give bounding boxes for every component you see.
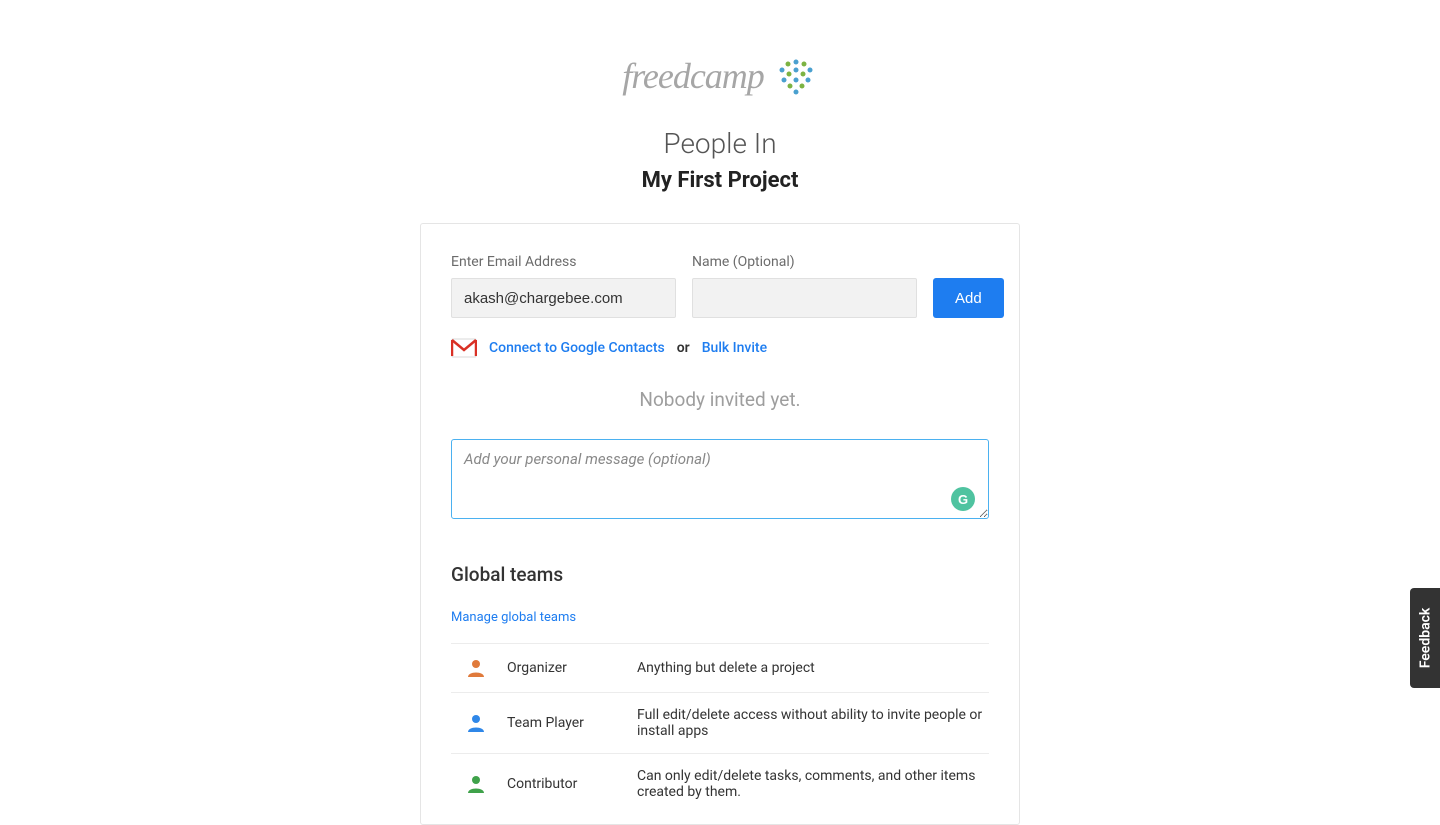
table-row: Team PlayerFull edit/delete access witho…	[451, 693, 989, 754]
role-icon-cell	[451, 693, 501, 754]
brand-logo: freedcamp	[622, 55, 818, 97]
role-name: Organizer	[501, 644, 631, 693]
person-icon	[457, 713, 495, 733]
connect-google-link[interactable]: Connect to Google Contacts	[489, 340, 665, 356]
role-name: Team Player	[501, 693, 631, 754]
or-separator: or	[677, 340, 690, 356]
role-description: Full edit/delete access without ability …	[631, 693, 989, 754]
role-name: Contributor	[501, 754, 631, 815]
name-input[interactable]	[692, 278, 917, 318]
table-row: OrganizerAnything but delete a project	[451, 644, 989, 693]
table-row: ContributorCan only edit/delete tasks, c…	[451, 754, 989, 815]
project-name: My First Project	[642, 168, 799, 193]
roles-table: OrganizerAnything but delete a projectTe…	[451, 643, 989, 814]
person-icon	[457, 658, 495, 678]
name-label: Name (Optional)	[692, 254, 917, 270]
page-title: People In	[663, 127, 776, 160]
email-label: Enter Email Address	[451, 254, 676, 270]
grammarly-icon[interactable]	[951, 487, 975, 511]
role-icon-cell	[451, 644, 501, 693]
bulk-invite-link[interactable]: Bulk Invite	[702, 340, 767, 356]
role-description: Anything but delete a project	[631, 644, 989, 693]
person-icon	[457, 774, 495, 794]
global-teams-heading: Global teams	[451, 563, 989, 586]
brand-wordmark: freedcamp	[622, 55, 764, 97]
empty-state-text: Nobody invited yet.	[451, 388, 989, 411]
gmail-icon	[451, 338, 477, 358]
invite-card: Enter Email Address Name (Optional) Add …	[420, 223, 1020, 825]
role-description: Can only edit/delete tasks, comments, an…	[631, 754, 989, 815]
feedback-label: Feedback	[1417, 608, 1433, 669]
brand-icon	[774, 56, 818, 96]
manage-global-teams-link[interactable]: Manage global teams	[451, 610, 576, 625]
role-icon-cell	[451, 754, 501, 815]
feedback-tab[interactable]: Feedback	[1410, 588, 1440, 688]
email-input[interactable]	[451, 278, 676, 318]
add-button[interactable]: Add	[933, 278, 1004, 318]
personal-message-textarea[interactable]	[451, 439, 989, 519]
